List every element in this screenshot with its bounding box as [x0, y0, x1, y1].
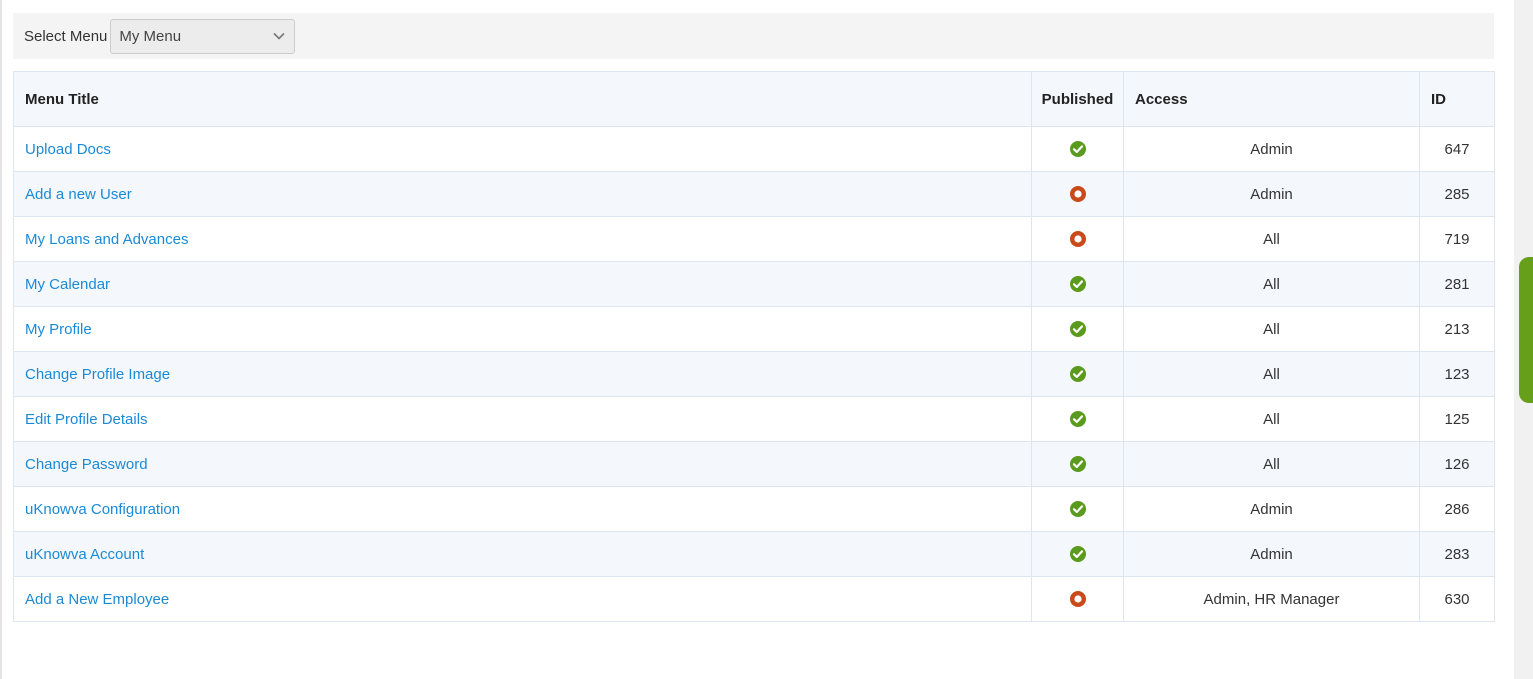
published-check-icon[interactable] — [1069, 365, 1087, 383]
cell-published — [1031, 261, 1124, 307]
left-rail — [0, 0, 2, 679]
cell-id: 126 — [1419, 441, 1495, 487]
cell-id: 213 — [1419, 306, 1495, 352]
cell-id: 281 — [1419, 261, 1495, 307]
cell-id: 630 — [1419, 576, 1495, 622]
cell-published — [1031, 171, 1124, 217]
cell-menu-title: Change Profile Image — [13, 351, 1032, 397]
cell-access: Admin — [1123, 531, 1420, 577]
cell-access: All — [1123, 351, 1420, 397]
unpublished-circle-icon[interactable] — [1069, 185, 1087, 203]
cell-access: All — [1123, 306, 1420, 352]
cell-published — [1031, 396, 1124, 442]
cell-published — [1031, 126, 1124, 172]
cell-published — [1031, 531, 1124, 577]
table-row: My Loans and Advances All 719 — [13, 216, 1495, 262]
table-row: My Profile All 213 — [13, 306, 1495, 352]
cell-access: Admin — [1123, 171, 1420, 217]
table-header-row: Menu Title Published Access ID — [13, 71, 1495, 127]
cell-access: Admin — [1123, 126, 1420, 172]
table-row: Add a new User Admin 285 — [13, 171, 1495, 217]
cell-id: 123 — [1419, 351, 1495, 397]
menu-table: Menu Title Published Access ID Upload Do… — [13, 71, 1495, 622]
published-check-icon[interactable] — [1069, 320, 1087, 338]
cell-published — [1031, 486, 1124, 532]
cell-published — [1031, 351, 1124, 397]
table-body: Upload Docs Admin 647 Add a new User Admin 28… — [13, 126, 1495, 622]
cell-menu-title: Upload Docs — [13, 126, 1032, 172]
table-row: Upload Docs Admin 647 — [13, 126, 1495, 172]
cell-id: 286 — [1419, 486, 1495, 532]
chevron-down-icon — [273, 32, 285, 40]
menu-title-link[interactable]: Change Profile Image — [25, 366, 170, 383]
menu-title-link[interactable]: My Calendar — [25, 276, 110, 293]
cell-access: All — [1123, 261, 1420, 307]
cell-menu-title: Add a new User — [13, 171, 1032, 217]
menu-select[interactable]: My Menu — [110, 18, 296, 54]
select-menu-label: Select Menu — [24, 27, 108, 45]
cell-menu-title: Change Password — [13, 441, 1032, 487]
cell-published — [1031, 216, 1124, 262]
cell-menu-title: uKnowva Account — [13, 531, 1032, 577]
cell-access: All — [1123, 396, 1420, 442]
cell-published — [1031, 306, 1124, 352]
cell-id: 283 — [1419, 531, 1495, 577]
published-check-icon[interactable] — [1069, 410, 1087, 428]
cell-published — [1031, 576, 1124, 622]
published-check-icon[interactable] — [1069, 275, 1087, 293]
menu-title-link[interactable]: My Profile — [25, 321, 92, 338]
table-row: My Calendar All 281 — [13, 261, 1495, 307]
unpublished-circle-icon[interactable] — [1069, 590, 1087, 608]
published-check-icon[interactable] — [1069, 455, 1087, 473]
cell-access: All — [1123, 216, 1420, 262]
table-row: Change Profile Image All 123 — [13, 351, 1495, 397]
cell-menu-title: Edit Profile Details — [13, 396, 1032, 442]
cell-id: 285 — [1419, 171, 1495, 217]
table-row: Change Password All 126 — [13, 441, 1495, 487]
menu-title-link[interactable]: Add a New Employee — [25, 591, 169, 608]
menu-select-value: My Menu — [119, 27, 182, 45]
menu-title-link[interactable]: My Loans and Advances — [25, 231, 188, 248]
page: Select Menu My Menu Menu Title Published… — [0, 0, 1533, 679]
cell-id: 719 — [1419, 216, 1495, 262]
table-row: Add a New Employee Admin, HR Manager 630 — [13, 576, 1495, 622]
cell-access: Admin — [1123, 486, 1420, 532]
published-check-icon[interactable] — [1069, 500, 1087, 518]
cell-menu-title: Add a New Employee — [13, 576, 1032, 622]
cell-access: Admin, HR Manager — [1123, 576, 1420, 622]
cell-menu-title: My Calendar — [13, 261, 1032, 307]
cell-menu-title: My Loans and Advances — [13, 216, 1032, 262]
unpublished-circle-icon[interactable] — [1069, 230, 1087, 248]
feedback-side-tab[interactable] — [1519, 257, 1533, 403]
cell-access: All — [1123, 441, 1420, 487]
table-row: uKnowva Account Admin 283 — [13, 531, 1495, 577]
table-row: Edit Profile Details All 125 — [13, 396, 1495, 442]
header-access[interactable]: Access — [1123, 71, 1420, 127]
menu-title-link[interactable]: Upload Docs — [25, 141, 111, 158]
cell-id: 647 — [1419, 126, 1495, 172]
cell-menu-title: My Profile — [13, 306, 1032, 352]
cell-menu-title: uKnowva Configuration — [13, 486, 1032, 532]
cell-published — [1031, 441, 1124, 487]
cell-id: 125 — [1419, 396, 1495, 442]
menu-title-link[interactable]: Edit Profile Details — [25, 411, 148, 428]
published-check-icon[interactable] — [1069, 545, 1087, 563]
header-id[interactable]: ID — [1419, 71, 1495, 127]
header-menu-title[interactable]: Menu Title — [13, 71, 1032, 127]
published-check-icon[interactable] — [1069, 140, 1087, 158]
table-row: uKnowva Configuration Admin 286 — [13, 486, 1495, 532]
menu-title-link[interactable]: uKnowva Account — [25, 546, 144, 563]
menu-title-link[interactable]: Add a new User — [25, 186, 132, 203]
menu-title-link[interactable]: Change Password — [25, 456, 148, 473]
menu-title-link[interactable]: uKnowva Configuration — [25, 501, 180, 518]
header-published[interactable]: Published — [1031, 71, 1124, 127]
menu-toolbar: Select Menu My Menu — [13, 13, 1494, 59]
